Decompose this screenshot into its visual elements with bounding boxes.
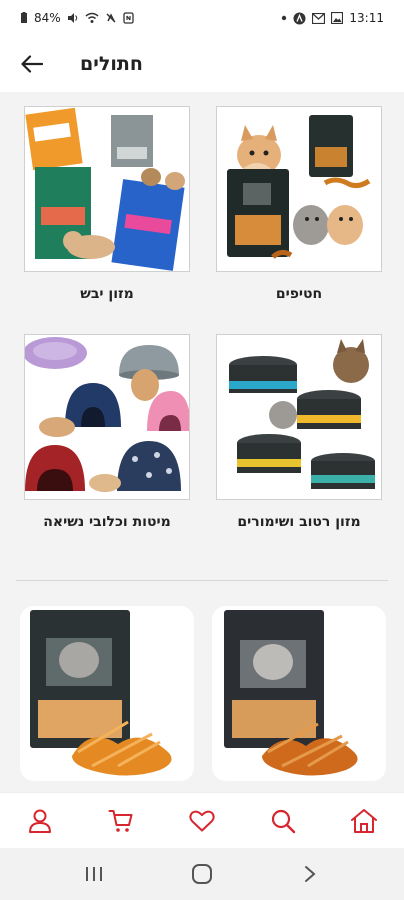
bottom-navigation — [0, 792, 404, 848]
snacks-product-image — [217, 107, 381, 271]
profile-icon — [29, 809, 52, 833]
volume-icon — [67, 13, 77, 23]
category-card-snacks[interactable] — [216, 106, 382, 272]
category-label-beds-carriers[interactable]: מיטות וכלובי נשיאה — [12, 514, 202, 530]
status-bar: 84% 13:11 — [0, 0, 404, 36]
dry-food-product-image — [25, 107, 189, 271]
category-label-snacks[interactable]: חטיפים — [204, 286, 394, 302]
nav-cart-button[interactable] — [101, 801, 141, 841]
recent-apps-icon — [86, 867, 102, 881]
notification-dot-icon — [282, 15, 287, 21]
category-card-wet-food[interactable] — [216, 334, 382, 500]
mute-icon — [106, 13, 116, 23]
home-system-button[interactable] — [182, 854, 222, 894]
category-content: חטיפים מזון יבש מזון רטוב ושימורים מיטות… — [0, 92, 404, 792]
back-button[interactable] — [16, 48, 48, 80]
home-circle-icon — [192, 864, 212, 884]
product-image — [212, 606, 386, 781]
category-card-beds-carriers[interactable] — [24, 334, 190, 500]
page-title: חתולים — [80, 53, 143, 75]
category-label-wet-food[interactable]: מזון רטוב ושימורים — [204, 514, 394, 530]
status-right: 13:11 — [281, 11, 384, 25]
nfc-icon — [123, 12, 134, 24]
cart-icon — [108, 809, 133, 832]
search-icon — [271, 809, 295, 833]
nav-favorites-button[interactable] — [182, 801, 222, 841]
clock: 13:11 — [349, 11, 384, 25]
nav-profile-button[interactable] — [20, 801, 60, 841]
app-header: חתולים — [0, 36, 404, 92]
nav-search-button[interactable] — [263, 801, 303, 841]
wifi-icon — [85, 12, 99, 23]
status-left: 84% — [20, 11, 134, 25]
product-card[interactable] — [20, 606, 194, 781]
heart-icon — [189, 810, 215, 831]
wet-food-product-image — [217, 335, 381, 499]
battery-percentage: 84% — [34, 11, 61, 25]
category-label-dry-food[interactable]: מזון יבש — [12, 286, 202, 302]
section-divider — [16, 580, 388, 581]
beds-carriers-product-image — [25, 335, 189, 499]
product-card[interactable] — [212, 606, 386, 781]
recent-apps-button[interactable] — [74, 854, 114, 894]
app-notification-icon — [293, 12, 306, 24]
battery-icon — [21, 12, 27, 23]
gmail-icon — [312, 12, 326, 24]
category-card-dry-food[interactable] — [24, 106, 190, 272]
arrow-left-icon — [21, 55, 43, 73]
gallery-icon — [331, 12, 344, 24]
nav-home-button[interactable] — [344, 801, 384, 841]
system-navigation-bar — [0, 848, 404, 900]
home-icon — [350, 808, 377, 833]
chevron-right-icon — [305, 866, 316, 882]
back-system-button[interactable] — [290, 854, 330, 894]
product-image — [20, 606, 194, 781]
